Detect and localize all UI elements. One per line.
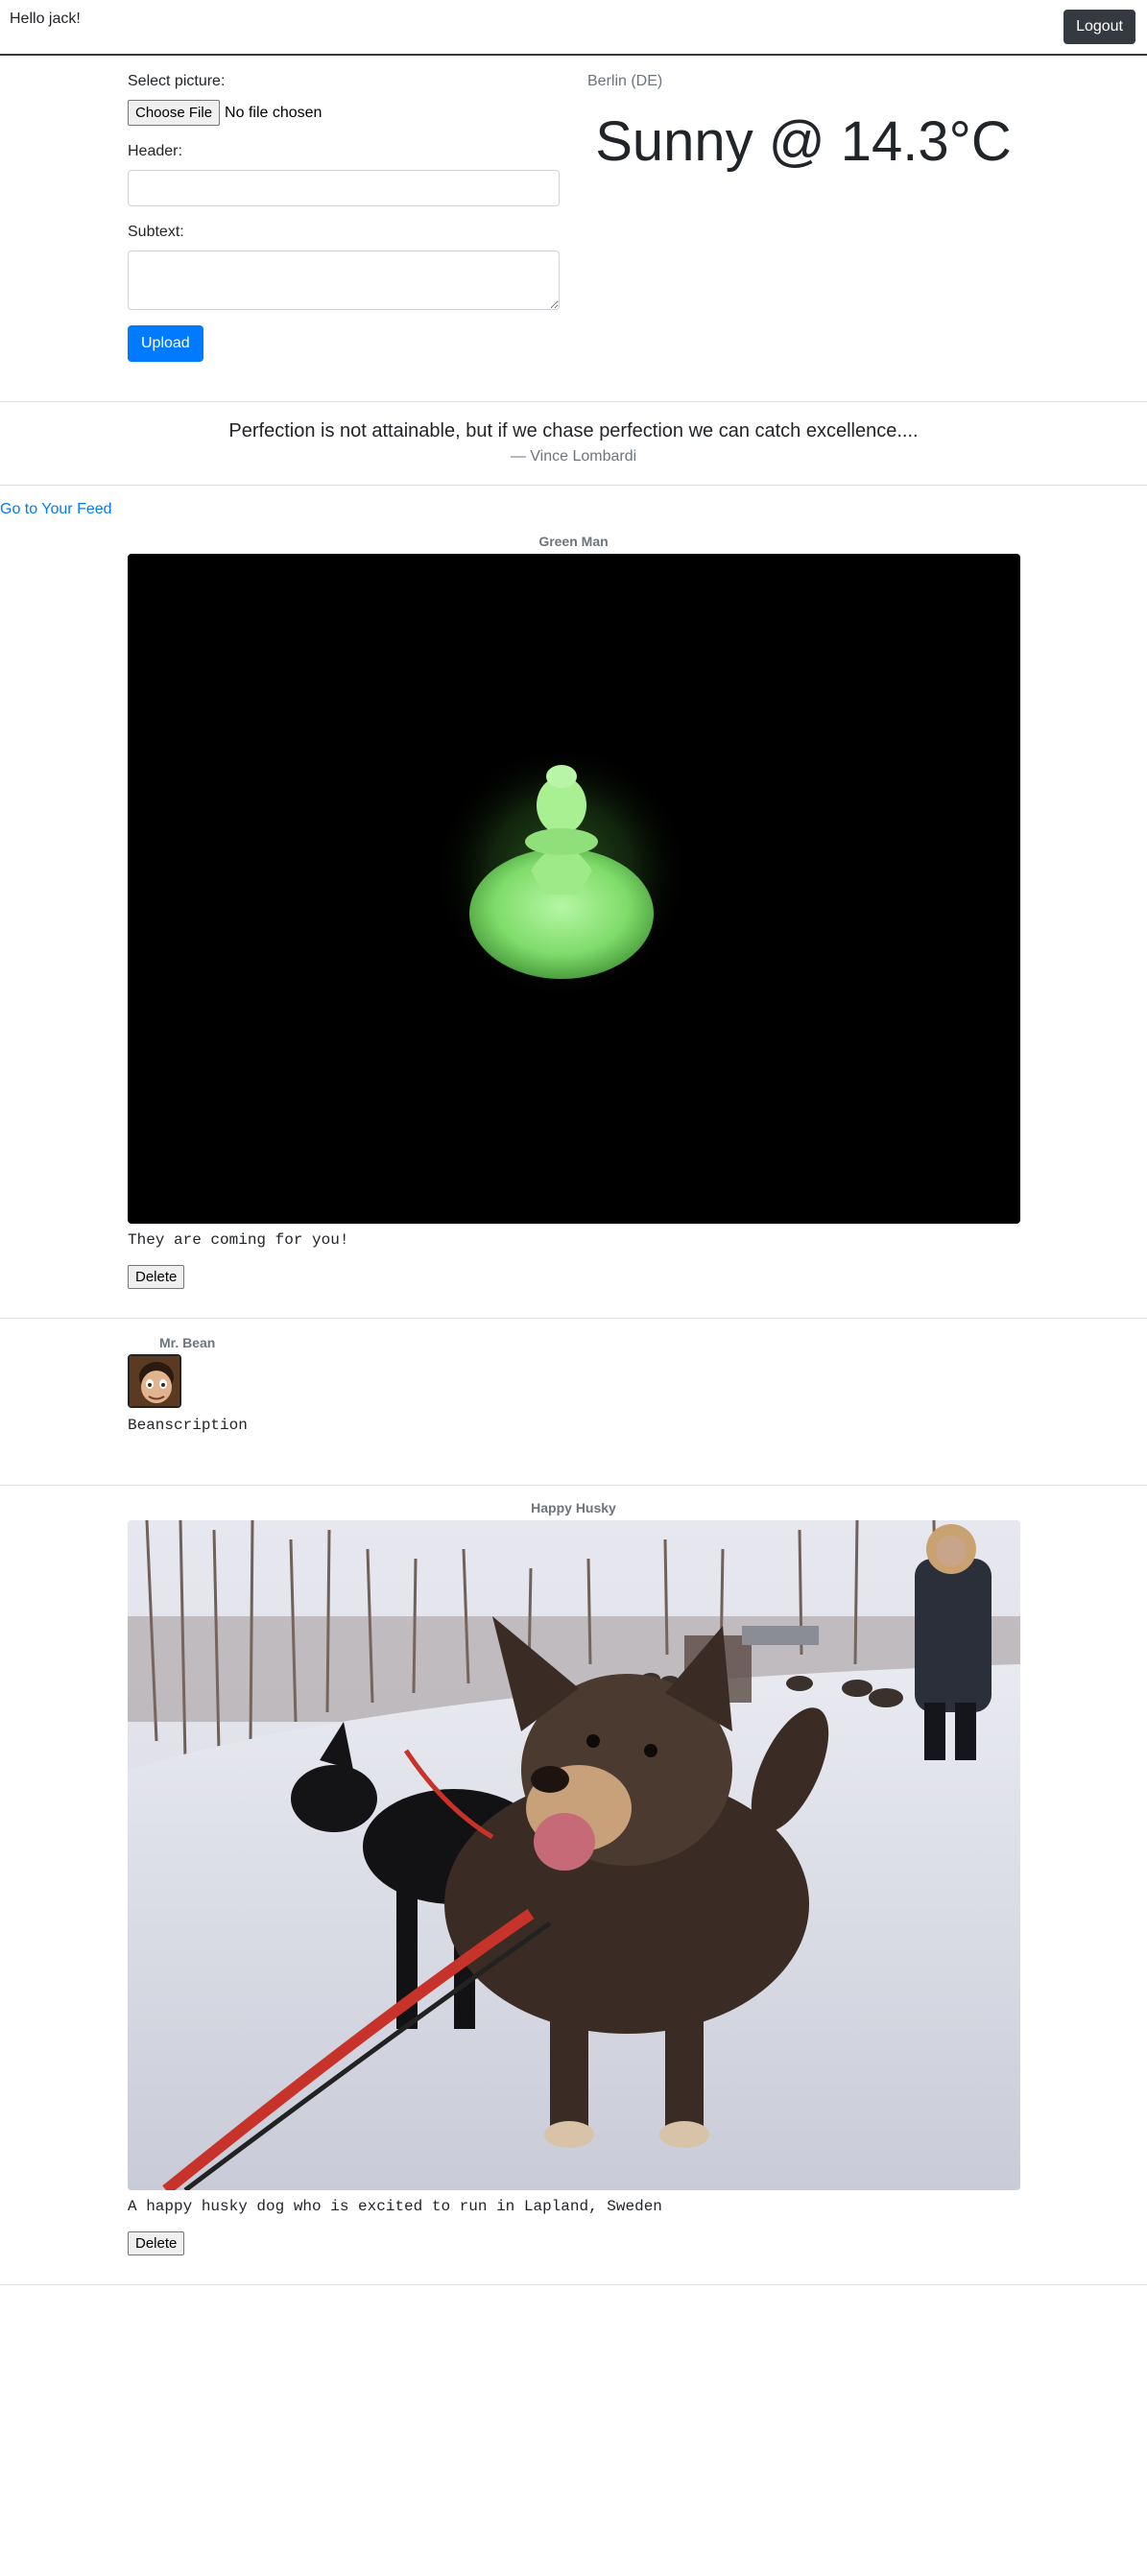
post-caption: They are coming for you! [128,1231,349,1249]
post-caption: Beanscription [128,1417,248,1434]
post-title: Green Man [538,534,609,549]
top-navbar: Hello jack! Logout [0,0,1147,56]
weather-city: Berlin (DE) [587,73,663,89]
delete-button[interactable]: Delete [128,2231,185,2255]
post-image-green-man [128,554,1020,1224]
post-card: Green Man They are coming for you! Delet… [0,534,1147,1289]
husky-photo-illustration [128,1520,1020,2190]
caricature-face-image [130,1356,179,1406]
green-figure-illustration [432,743,691,1002]
greeting-text: Hello jack! [10,11,81,27]
upload-button[interactable]: Upload [128,325,203,362]
post-card: Mr. Bean Beanscription [0,1335,1147,1485]
header-label: Header: [128,143,182,159]
upload-form: Select picture: Choose File No file chos… [128,73,560,362]
logout-button[interactable]: Logout [1063,10,1135,44]
select-picture-label: Select picture: [128,73,226,89]
delete-button[interactable]: Delete [128,1265,185,1289]
go-to-feed-link[interactable]: Go to Your Feed [0,501,1147,520]
subtext-label: Subtext: [128,224,184,240]
header-input[interactable] [128,170,560,206]
quote-author: — Vince Lombardi [510,448,637,465]
divider [0,1485,1147,1486]
post-image-happy-husky [128,1520,1020,2190]
subtext-textarea[interactable] [128,250,560,310]
post-caption: A happy husky dog who is excited to run … [128,2198,662,2215]
file-picker: Choose File No file chosen [128,100,560,126]
weather-summary: Sunny @ 14.3°C [595,110,1012,173]
choose-file-button[interactable]: Choose File [128,100,221,126]
divider [0,2284,1147,2285]
post-card: Happy Husky A happy husky dog who is exc… [0,1500,1147,2255]
post-title: Mr. Bean [159,1335,216,1350]
file-status-text: No file chosen [225,104,323,121]
avatar [128,1354,181,1408]
divider [0,1318,1147,1319]
quote-text: Perfection is not attainable, but if we … [228,420,919,441]
upload-section: Select picture: Choose File No file chos… [0,56,1147,401]
divider [0,485,1147,486]
post-title: Happy Husky [531,1500,616,1515]
quote-block: Perfection is not attainable, but if we … [0,402,1147,485]
weather-widget: Berlin (DE) Sunny @ 14.3°C [587,73,1019,174]
